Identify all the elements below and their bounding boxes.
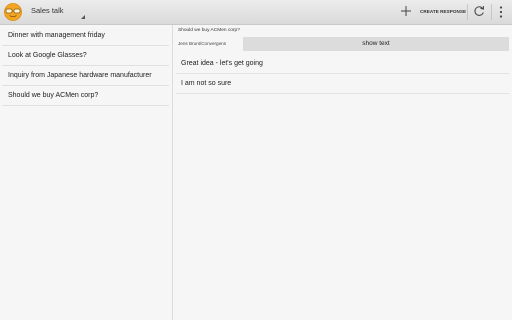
response-item[interactable]: I am not so sure xyxy=(176,74,509,94)
list-item-label: Inquiry from Japanese hardware manufactu… xyxy=(8,72,152,79)
actionbar-separator xyxy=(467,4,468,20)
show-text-button[interactable]: show text xyxy=(243,37,509,51)
list-item[interactable]: Dinner with management friday xyxy=(2,26,169,46)
list-item[interactable]: Inquiry from Japanese hardware manufactu… xyxy=(2,66,169,86)
actionbar-separator xyxy=(491,4,492,20)
list-item-label: Dinner with management friday xyxy=(8,32,105,39)
spinner-caret-icon[interactable] xyxy=(81,15,85,19)
refresh-icon[interactable] xyxy=(473,5,485,17)
list-item[interactable]: Should we buy ACMen corp? xyxy=(2,86,169,106)
topic-list: Dinner with management friday Look at Go… xyxy=(0,25,172,320)
plus-icon[interactable] xyxy=(400,5,412,17)
pane-divider xyxy=(172,25,173,320)
action-bar: Sales talk CREATE RESPONSE xyxy=(0,0,512,25)
overflow-menu-icon[interactable] xyxy=(498,5,504,19)
glasses-face-icon[interactable] xyxy=(4,3,22,21)
response-text: I am not so sure xyxy=(181,80,232,87)
list-item-label: Should we buy ACMen corp? xyxy=(8,92,99,99)
app-title[interactable]: Sales talk xyxy=(31,6,64,15)
list-item-label: Look at Google Glasses? xyxy=(8,52,87,59)
detail-subject: Should we buy ACMen corp? xyxy=(178,28,240,33)
author-label: Jens Brunt/Convergens xyxy=(178,41,227,46)
list-item[interactable]: Look at Google Glasses? xyxy=(2,46,169,66)
create-response-button[interactable]: CREATE RESPONSE xyxy=(420,9,466,14)
response-text: Great idea - let's get going xyxy=(181,60,263,67)
response-item[interactable]: Great idea - let's get going xyxy=(176,54,509,74)
